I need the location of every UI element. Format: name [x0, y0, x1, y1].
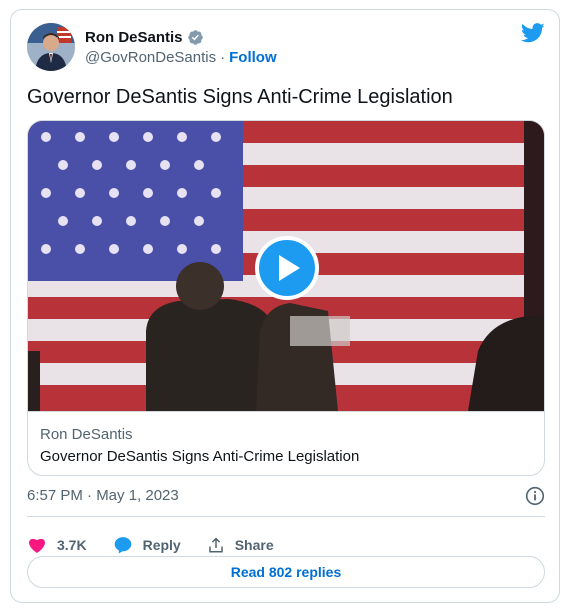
card-meta[interactable]: Ron DeSantis Governor DeSantis Signs Ant… [28, 411, 544, 475]
avatar[interactable] [27, 23, 75, 71]
reply-button[interactable]: Reply [113, 535, 181, 555]
heart-icon [29, 538, 45, 553]
read-replies-button[interactable]: Read 802 replies [27, 556, 545, 588]
share-button[interactable]: Share [207, 536, 274, 554]
info-icon[interactable] [525, 486, 545, 506]
share-label: Share [234, 537, 274, 553]
like-count: 3.7K [57, 537, 87, 553]
handle[interactable]: @GovRonDeSantis [85, 49, 216, 66]
verified-badge-icon [187, 29, 204, 46]
display-name[interactable]: Ron DeSantis [85, 29, 183, 46]
tweet-header: Ron DeSantis @GovRonDeSantis · Follow [27, 23, 545, 73]
share-icon [208, 537, 223, 553]
tweet-text: Governor DeSantis Signs Anti-Crime Legis… [27, 86, 453, 108]
separator: · [220, 49, 226, 66]
video-thumbnail[interactable] [28, 121, 544, 411]
name-row: Ron DeSantis [85, 27, 204, 47]
divider [27, 516, 545, 517]
like-button[interactable]: 3.7K [27, 535, 87, 555]
reply-label: Reply [142, 537, 181, 553]
media-card[interactable]: Ron DeSantis Governor DeSantis Signs Ant… [27, 120, 545, 476]
follow-button[interactable]: Follow [229, 49, 277, 66]
card-title: Governor DeSantis Signs Anti-Crime Legis… [40, 448, 360, 465]
handle-row: @GovRonDeSantis · Follow [85, 49, 277, 66]
card-site: Ron DeSantis [40, 426, 133, 443]
twitter-logo-icon[interactable] [520, 23, 545, 43]
timestamp-row: 6:57 PM · May 1, 2023 [27, 485, 545, 507]
tweet-card: Ron DeSantis @GovRonDeSantis · Follow Go… [10, 9, 560, 603]
play-icon [279, 255, 300, 281]
play-button[interactable] [255, 236, 319, 300]
reply-bubble-icon [114, 537, 131, 554]
timestamp[interactable]: 6:57 PM · May 1, 2023 [27, 487, 179, 504]
